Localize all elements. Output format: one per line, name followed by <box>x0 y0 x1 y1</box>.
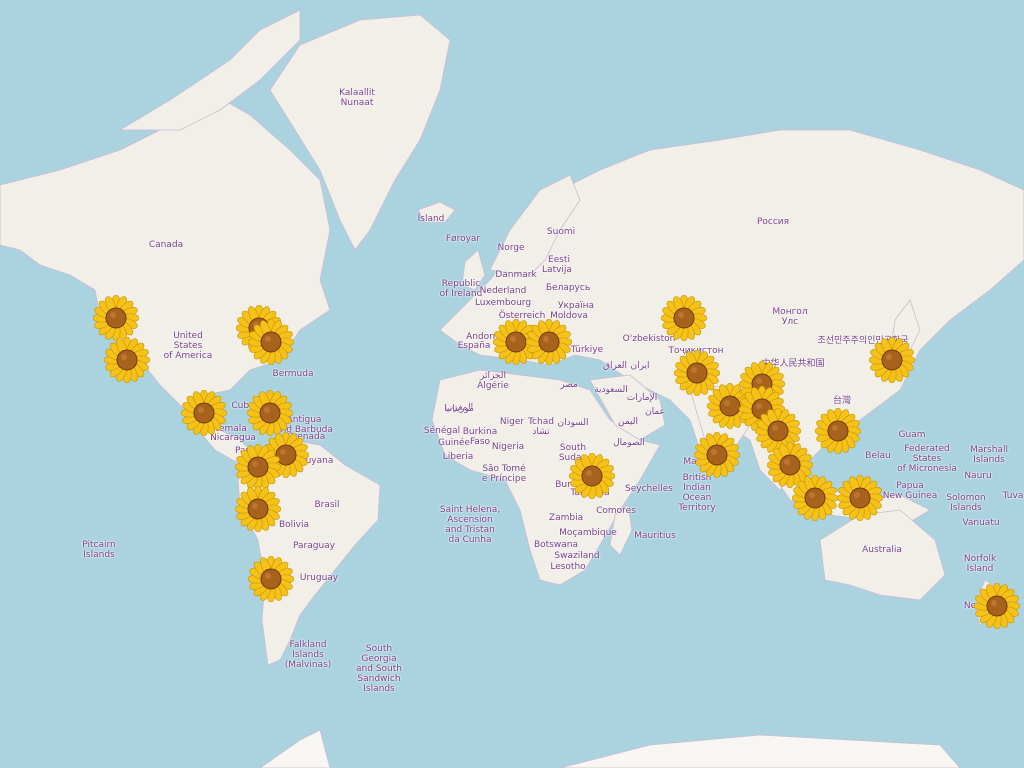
sunflower-icon <box>235 486 281 532</box>
map-marker-sunflower-icon[interactable] <box>235 486 281 532</box>
map-marker-sunflower-icon[interactable] <box>661 295 707 341</box>
sunflower-icon <box>181 390 227 436</box>
sunflower-icon <box>248 319 294 365</box>
world-map[interactable]: Canada United States of America Kalaallit … <box>0 0 1024 768</box>
sunflower-icon <box>235 444 281 490</box>
sunflower-icon <box>247 390 293 436</box>
map-marker-sunflower-icon[interactable] <box>93 295 139 341</box>
iceland-landmass <box>417 201 456 223</box>
map-marker-sunflower-icon[interactable] <box>104 337 150 383</box>
sunflower-icon <box>694 432 740 478</box>
australia-landmass <box>819 509 946 601</box>
land-layer <box>0 9 1024 768</box>
sunflower-icon <box>569 453 615 499</box>
sunflower-icon <box>974 583 1020 629</box>
map-marker-sunflower-icon[interactable] <box>235 444 281 490</box>
sunflower-icon <box>815 408 861 454</box>
uk-landmass <box>461 249 486 291</box>
map-marker-sunflower-icon[interactable] <box>526 319 572 365</box>
antarctica-landmass <box>259 729 961 768</box>
sunflower-icon <box>104 337 150 383</box>
map-marker-sunflower-icon[interactable] <box>694 432 740 478</box>
map-marker-sunflower-icon[interactable] <box>837 475 883 521</box>
sunflower-icon <box>93 295 139 341</box>
sunflower-icon <box>661 295 707 341</box>
map-marker-sunflower-icon[interactable] <box>815 408 861 454</box>
sunflower-icon <box>792 475 838 521</box>
map-marker-sunflower-icon[interactable] <box>181 390 227 436</box>
map-marker-sunflower-icon[interactable] <box>248 556 294 602</box>
map-marker-sunflower-icon[interactable] <box>869 337 915 383</box>
sunflower-icon <box>869 337 915 383</box>
map-marker-sunflower-icon[interactable] <box>792 475 838 521</box>
arctic-islands <box>118 9 301 131</box>
map-marker-sunflower-icon[interactable] <box>974 583 1020 629</box>
sunflower-icon <box>837 475 883 521</box>
sunflower-icon <box>526 319 572 365</box>
map-marker-sunflower-icon[interactable] <box>569 453 615 499</box>
sunflower-icon <box>248 556 294 602</box>
map-marker-sunflower-icon[interactable] <box>248 319 294 365</box>
map-marker-sunflower-icon[interactable] <box>247 390 293 436</box>
